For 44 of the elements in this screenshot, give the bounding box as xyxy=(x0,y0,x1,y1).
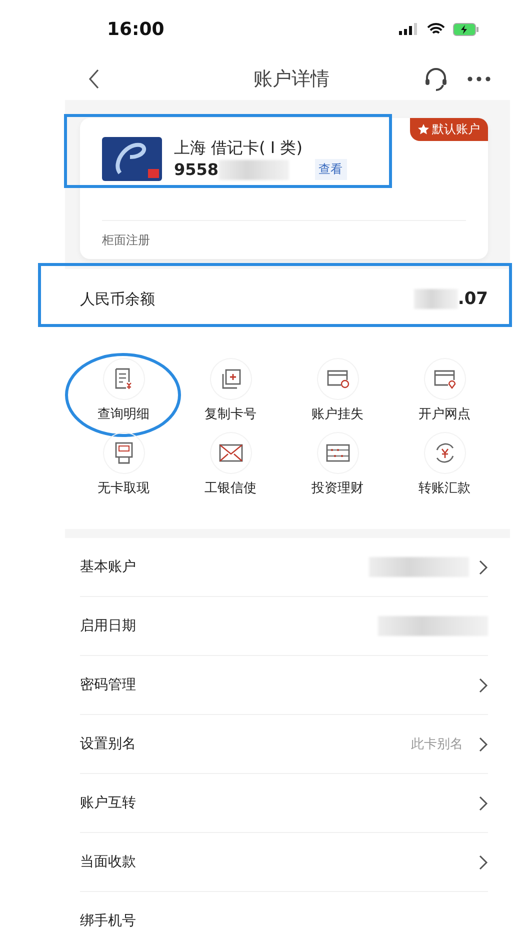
row-label: 账户互转 xyxy=(80,794,137,812)
row-label: 启用日期 xyxy=(80,617,137,635)
settings-row[interactable]: 基本账户 xyxy=(80,538,488,597)
action-button[interactable]: 复制卡号 xyxy=(204,359,256,423)
atm-icon xyxy=(114,442,134,464)
receipt-icon xyxy=(114,368,134,390)
page-title: 账户详情 xyxy=(252,67,330,92)
action-button[interactable]: 账户挂失 xyxy=(312,359,364,423)
settings-row[interactable]: 绑手机号 xyxy=(80,892,488,942)
row-label: 绑手机号 xyxy=(80,912,137,930)
action-button[interactable]: 转账汇款 xyxy=(418,433,470,497)
settings-row[interactable]: 设置别名 此卡别名 xyxy=(80,715,488,774)
action-button[interactable]: 投资理财 xyxy=(312,433,364,497)
card-name: 上海 借记卡( I 类) xyxy=(174,138,302,157)
settings-row[interactable]: 密码管理 xyxy=(80,656,488,715)
envelope-icon xyxy=(218,444,242,462)
view-link[interactable]: 查看 xyxy=(314,159,347,180)
balance-value: .07 xyxy=(458,289,488,309)
action-button[interactable]: 无卡取现 xyxy=(98,433,150,497)
card-number: 9558 xyxy=(174,160,219,179)
settings-row[interactable]: 账户互转 xyxy=(80,774,488,833)
wifi-icon xyxy=(427,22,445,36)
default-account-badge: 默认账户 xyxy=(410,118,488,141)
row-label: 当面收款 xyxy=(80,853,137,871)
signal-icon xyxy=(399,23,419,35)
battery-charging-icon xyxy=(453,22,479,36)
abacus-icon xyxy=(326,443,350,463)
settings-row[interactable]: 当面收款 xyxy=(80,833,488,892)
copy-icon xyxy=(220,368,242,390)
action-button[interactable]: 查询明细 xyxy=(98,359,150,423)
row-label: 基本账户 xyxy=(80,558,137,576)
bank-card-icon xyxy=(102,137,162,181)
action-button[interactable]: 开户网点 xyxy=(418,359,470,423)
balance-label: 人民币余额 xyxy=(80,290,155,308)
card-location-icon xyxy=(432,369,456,389)
settings-row[interactable]: 启用日期 xyxy=(80,597,488,656)
card-warning-icon xyxy=(326,369,350,389)
row-label: 设置别名 xyxy=(80,735,137,753)
status-time: 16:00 xyxy=(107,18,164,40)
registration-note: 柜面注册 xyxy=(102,232,150,248)
action-button[interactable]: 工银信使 xyxy=(204,433,256,497)
row-label: 密码管理 xyxy=(80,676,137,694)
more-button[interactable] xyxy=(465,74,493,84)
row-value: 此卡别名 xyxy=(411,736,463,753)
